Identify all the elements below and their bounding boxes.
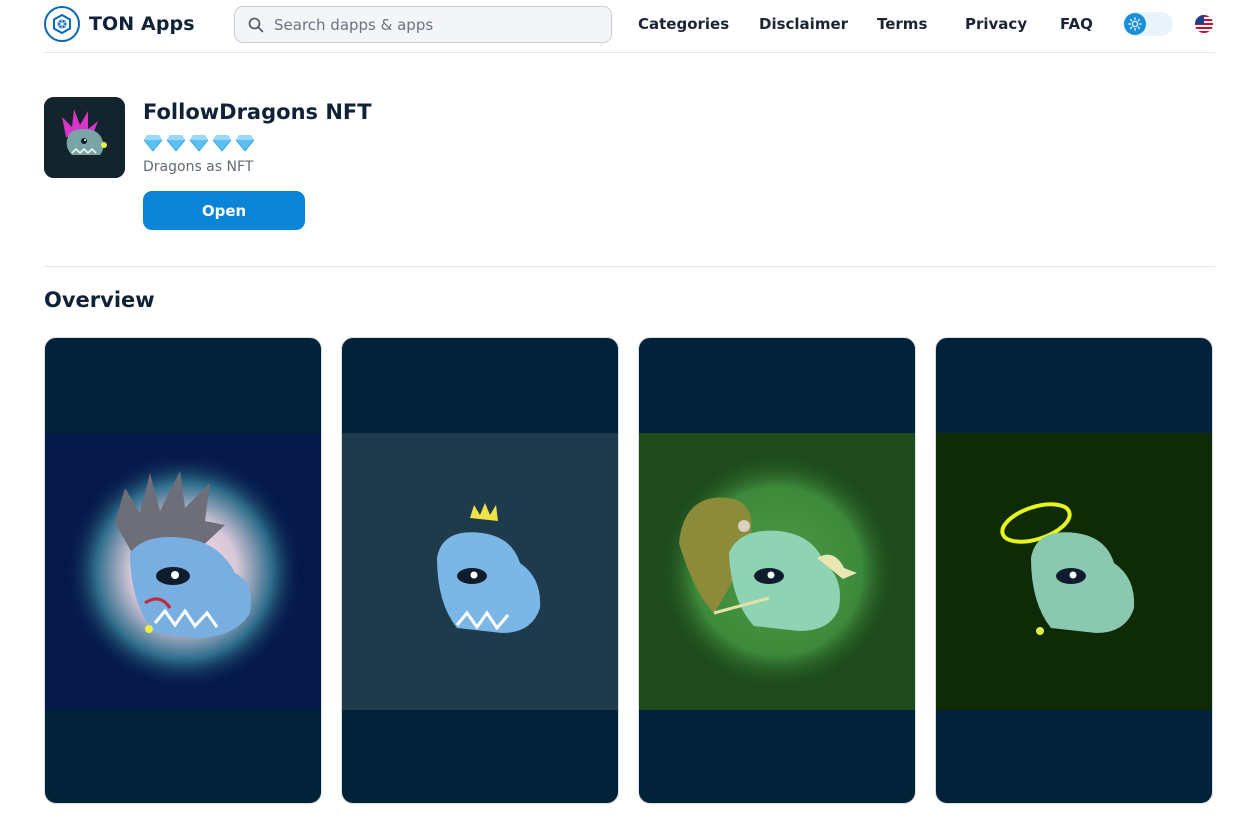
dragon-screenshot-image: [45, 433, 321, 710]
header: TON Apps Categories Disclaimer Terms Pri…: [44, 0, 1215, 53]
app-title: FollowDragons NFT: [143, 100, 372, 124]
diamond-icon: [166, 135, 186, 152]
rating: [143, 134, 255, 152]
screenshot-1[interactable]: [44, 337, 322, 804]
dragon-screenshot-image: [639, 433, 915, 710]
open-button[interactable]: Open: [143, 191, 305, 230]
app-icon: [44, 97, 125, 178]
ton-logo-icon: [44, 6, 80, 42]
diamond-icon: [212, 135, 232, 152]
dragon-screenshot-image: [936, 433, 1212, 710]
overview-title: Overview: [44, 288, 155, 312]
nav-categories[interactable]: Categories: [638, 0, 729, 48]
nav-terms[interactable]: Terms: [877, 0, 927, 48]
search-input[interactable]: [274, 15, 594, 34]
dragon-screenshot-image: [342, 433, 618, 710]
diamond-icon: [235, 135, 255, 152]
logo-link[interactable]: TON Apps: [44, 6, 195, 42]
screenshot-4[interactable]: [935, 337, 1213, 804]
theme-toggle[interactable]: [1123, 12, 1173, 36]
search-icon: [248, 17, 264, 33]
search-box[interactable]: [234, 6, 612, 43]
nav-privacy[interactable]: Privacy: [965, 0, 1027, 48]
logo-text: TON Apps: [89, 13, 195, 35]
diamond-icon: [189, 135, 209, 152]
screenshot-3[interactable]: [638, 337, 916, 804]
section-divider: [44, 266, 1215, 267]
diamond-icon: [143, 135, 163, 152]
nav-faq[interactable]: FAQ: [1060, 0, 1093, 48]
us-flag-icon[interactable]: [1195, 15, 1213, 33]
screenshot-2[interactable]: [341, 337, 619, 804]
sun-icon: [1124, 13, 1146, 35]
app-subtitle: Dragons as NFT: [143, 159, 254, 175]
nav-disclaimer[interactable]: Disclaimer: [759, 0, 848, 48]
